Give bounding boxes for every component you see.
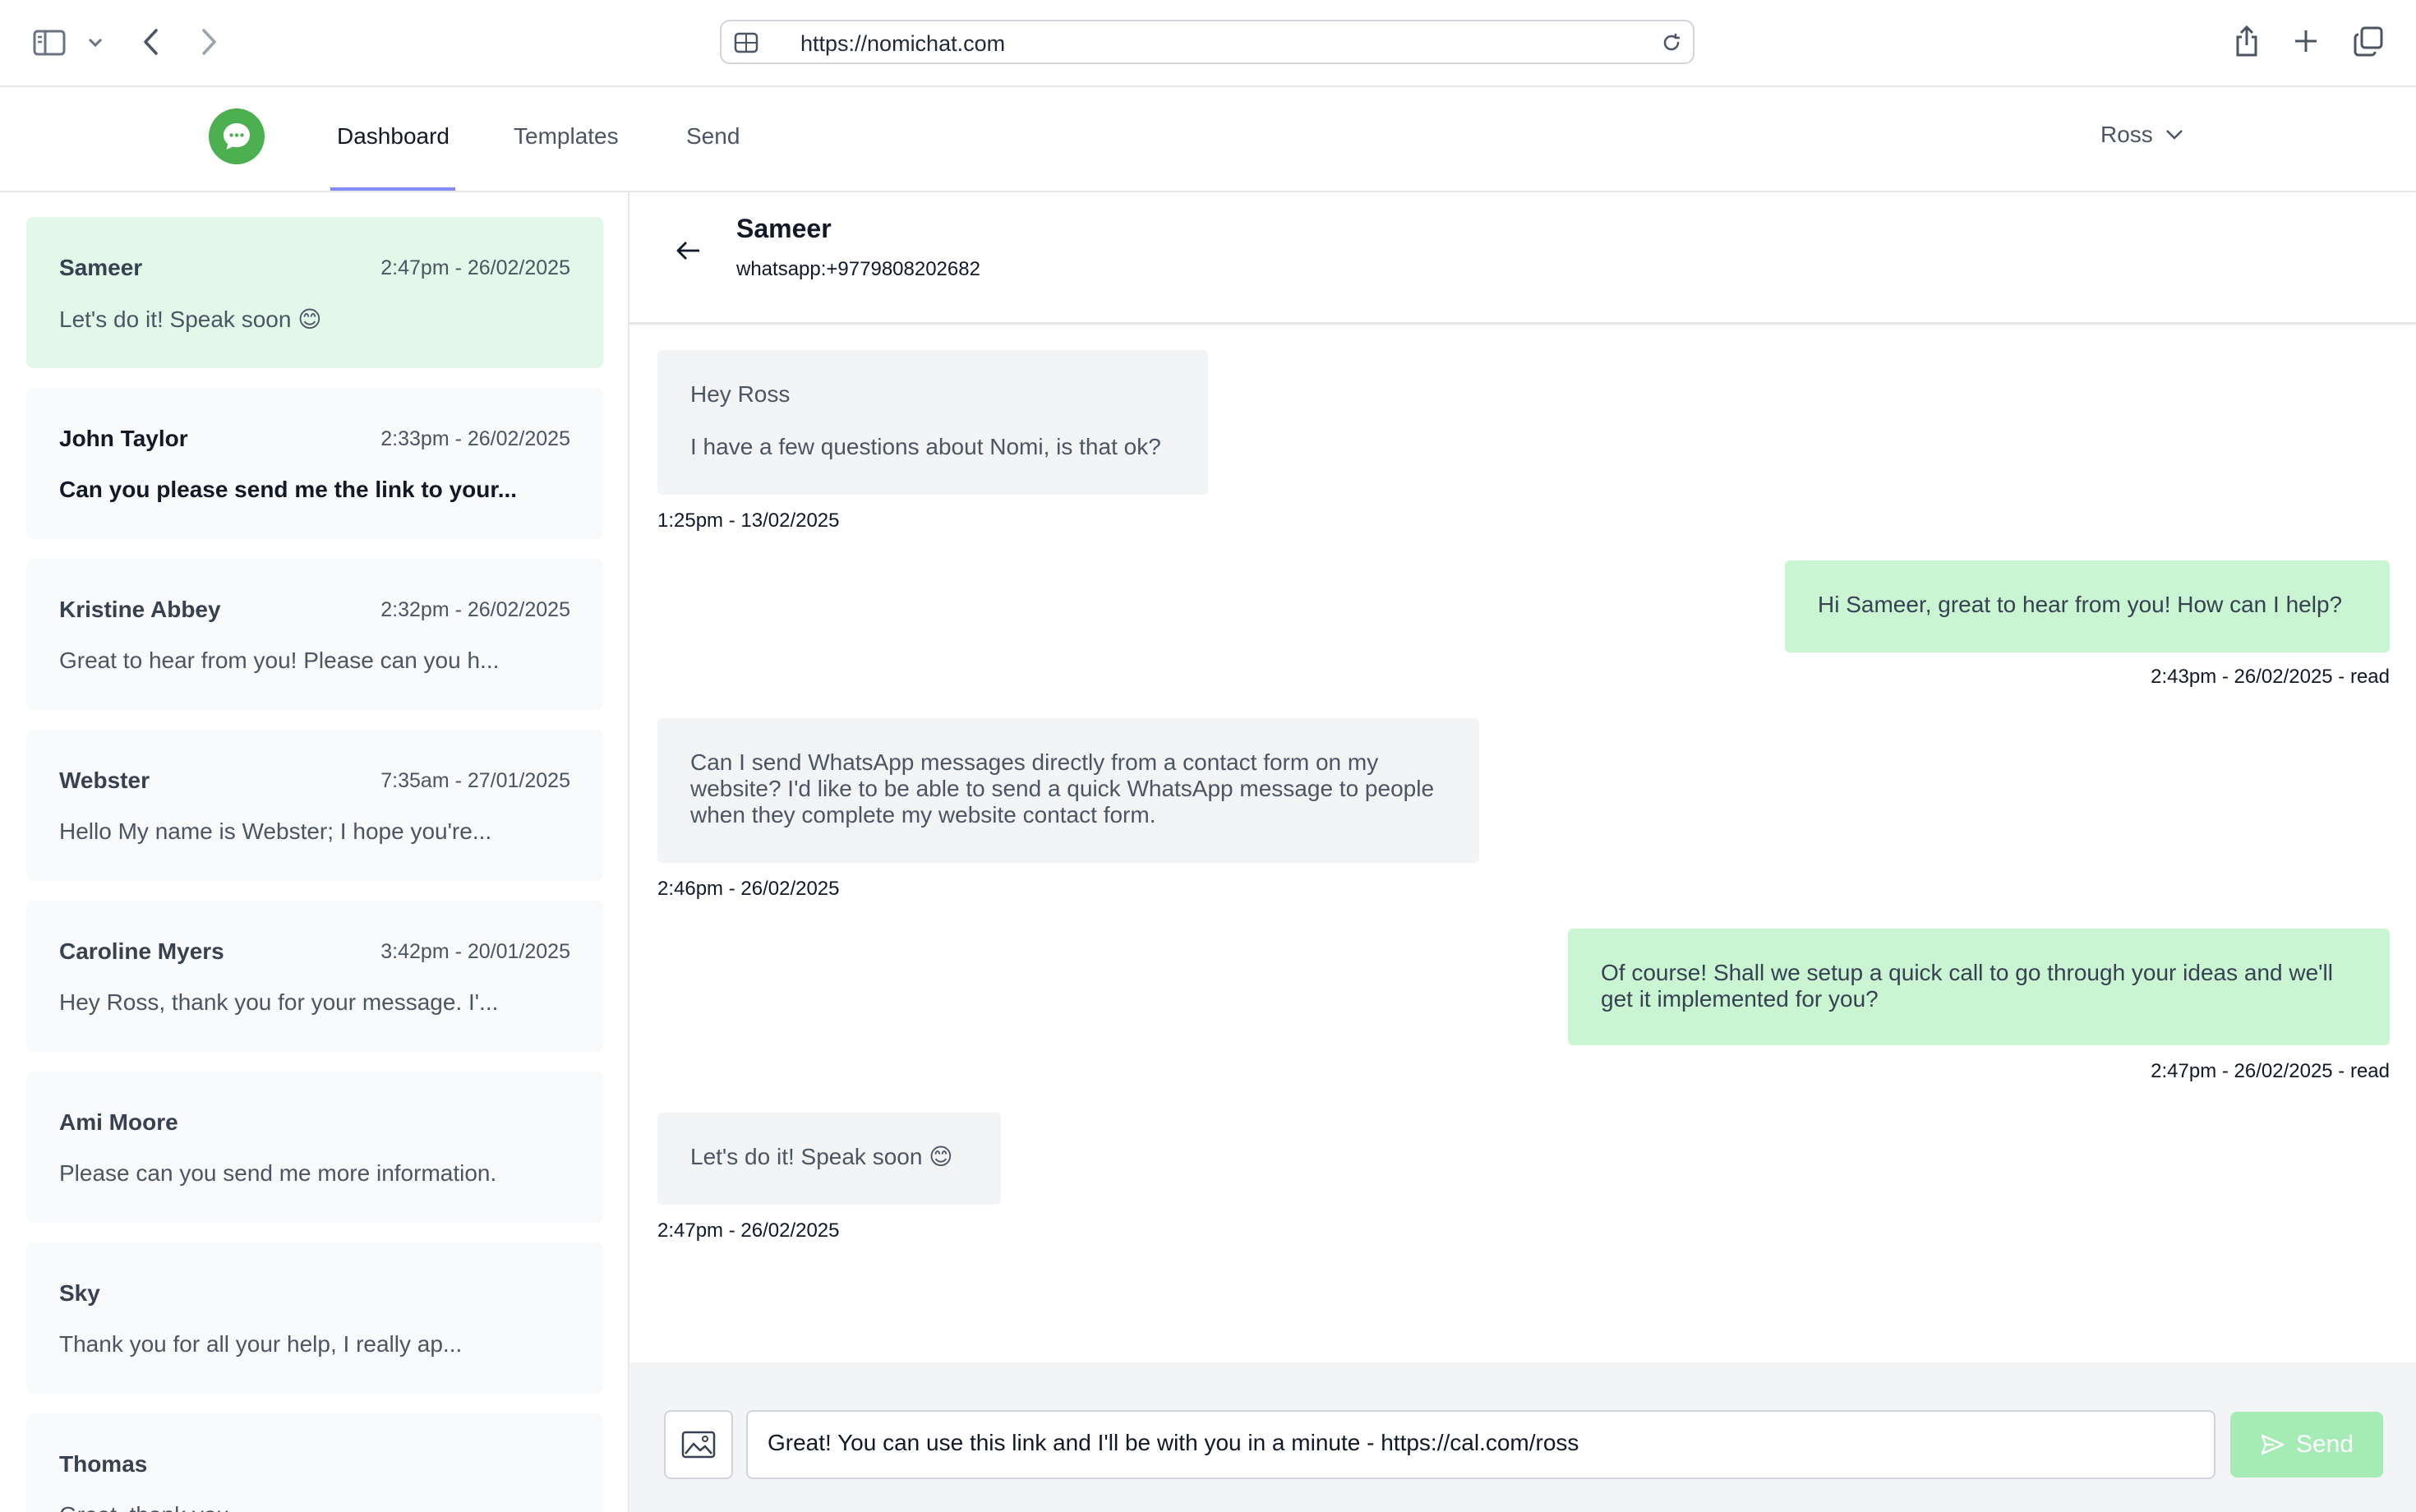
conversation-time: 2:32pm - 26/02/2025 (380, 598, 570, 621)
message-text: Let's do it! Speak soon 😊 (690, 1144, 953, 1169)
conversation-name: Thomas (59, 1451, 148, 1477)
conversation-item[interactable]: Sky Thank you for all your help, I reall… (26, 1242, 603, 1394)
share-icon[interactable] (2232, 23, 2262, 59)
conversation-preview: Great to hear from you! Please can you h… (59, 648, 500, 673)
contact-number: whatsapp:+9779808202682 (736, 258, 980, 280)
conversation-name: Ami Moore (59, 1109, 178, 1135)
incoming-message: Hey Ross I have a few questions about No… (657, 350, 1208, 495)
message-timestamp: 2:43pm - 26/02/2025 - read (2151, 666, 2390, 688)
conversation-time: 3:42pm - 20/01/2025 (380, 940, 570, 963)
conversation-preview: Hey Ross, thank you for your message. I'… (59, 989, 499, 1015)
tab-dashboard[interactable]: Dashboard (337, 123, 450, 150)
incoming-message: Let's do it! Speak soon 😊 (657, 1113, 1001, 1205)
message-composer: Great! You can use this link and I'll be… (629, 1362, 2416, 1512)
conversation-item[interactable]: Webster 7:35am - 27/01/2025 Hello My nam… (26, 730, 603, 881)
reload-icon[interactable] (1660, 31, 1683, 58)
message-timestamp: 1:25pm - 13/02/2025 (657, 509, 840, 532)
conversation-item[interactable]: Kristine Abbey 2:32pm - 26/02/2025 Great… (26, 559, 603, 710)
conversation-name: John Taylor (59, 426, 188, 451)
send-button[interactable]: Send (2230, 1412, 2383, 1477)
outgoing-message: Hi Sameer, great to hear from you! How c… (1785, 560, 2390, 652)
conversation-item[interactable]: John Taylor 2:33pm - 26/02/2025 Can you … (26, 388, 603, 539)
message-text: I have a few questions about Nomi, is th… (690, 434, 1161, 459)
message-text: Can I send WhatsApp messages directly fr… (690, 749, 1435, 827)
conversation-item[interactable]: Caroline Myers 3:42pm - 20/01/2025 Hey R… (26, 901, 603, 1052)
conversation-time: 7:35am - 27/01/2025 (380, 769, 570, 792)
chevron-down-icon (2165, 130, 2183, 140)
conversation-name: Sky (59, 1280, 100, 1306)
image-icon (681, 1431, 716, 1459)
tab-send[interactable]: Send (686, 123, 740, 150)
active-tab-indicator (330, 187, 455, 191)
nomichat-logo-icon[interactable] (209, 108, 265, 164)
conversation-name: Caroline Myers (59, 938, 224, 964)
message-text: Hi Sameer, great to hear from you! How c… (1818, 592, 2343, 617)
contact-name: Sameer (736, 214, 832, 243)
message-timestamp: 2:47pm - 26/02/2025 (657, 1219, 840, 1242)
conversation-preview: Please can you send me more information. (59, 1160, 497, 1186)
conversation-item[interactable]: Ami Moore Please can you send me more in… (26, 1072, 603, 1223)
globe-icon (733, 30, 759, 60)
tabs-icon[interactable] (2352, 25, 2385, 58)
message-input[interactable]: Great! You can use this link and I'll be… (746, 1410, 2215, 1479)
arrow-left-icon[interactable] (675, 240, 702, 265)
conversation-preview: Great, thank you (59, 1502, 229, 1512)
conversation-time: 2:33pm - 26/02/2025 (380, 427, 570, 450)
incoming-message: Can I send WhatsApp messages directly fr… (657, 718, 1479, 863)
chat-header: Sameer whatsapp:+9779808202682 (629, 192, 2416, 325)
conversation-preview: Can you please send me the link to your.… (59, 477, 518, 502)
conversation-preview: Thank you for all your help, I really ap… (59, 1331, 463, 1357)
url-text: https://nomichat.com (800, 31, 1006, 56)
message-timestamp: 2:47pm - 26/02/2025 - read (2151, 1060, 2390, 1082)
browser-toolbar: https://nomichat.com (0, 0, 2416, 87)
forward-icon[interactable] (194, 25, 224, 59)
message-timestamp: 2:46pm - 26/02/2025 (657, 878, 840, 900)
message-text: Of course! Shall we setup a quick call t… (1601, 960, 2333, 1012)
conversation-preview: Let's do it! Speak soon 😊 (59, 307, 322, 332)
conversation-item[interactable]: Sameer 2:47pm - 26/02/2025 Let's do it! … (26, 217, 603, 368)
tab-templates[interactable]: Templates (514, 123, 619, 150)
user-menu[interactable]: Ross (2100, 122, 2184, 148)
conversation-list[interactable]: Sameer 2:47pm - 26/02/2025 Let's do it! … (0, 192, 629, 1512)
outgoing-message: Of course! Shall we setup a quick call t… (1568, 929, 2390, 1045)
conversation-name: Webster (59, 768, 150, 793)
conversation-item[interactable]: Thomas Great, thank you (26, 1413, 603, 1512)
address-bar[interactable]: https://nomichat.com (720, 20, 1694, 64)
message-text: Hey Ross (690, 381, 791, 407)
conversation-preview: Hello My name is Webster; I hope you're.… (59, 818, 492, 844)
plus-icon[interactable] (2291, 26, 2321, 56)
chevron-down-icon[interactable] (85, 33, 105, 53)
paper-plane-icon (2261, 1434, 2285, 1455)
app-header: Dashboard Templates Send Ross (0, 87, 2416, 192)
conversation-time: 2:47pm - 26/02/2025 (380, 256, 570, 279)
sidebar-toggle-icon[interactable] (31, 26, 67, 59)
user-name: Ross (2100, 122, 2153, 147)
conversation-name: Kristine Abbey (59, 597, 221, 622)
back-icon[interactable] (136, 25, 166, 59)
conversation-name: Sameer (59, 255, 143, 280)
send-button-label: Send (2295, 1431, 2354, 1458)
attach-image-button[interactable] (664, 1410, 733, 1479)
